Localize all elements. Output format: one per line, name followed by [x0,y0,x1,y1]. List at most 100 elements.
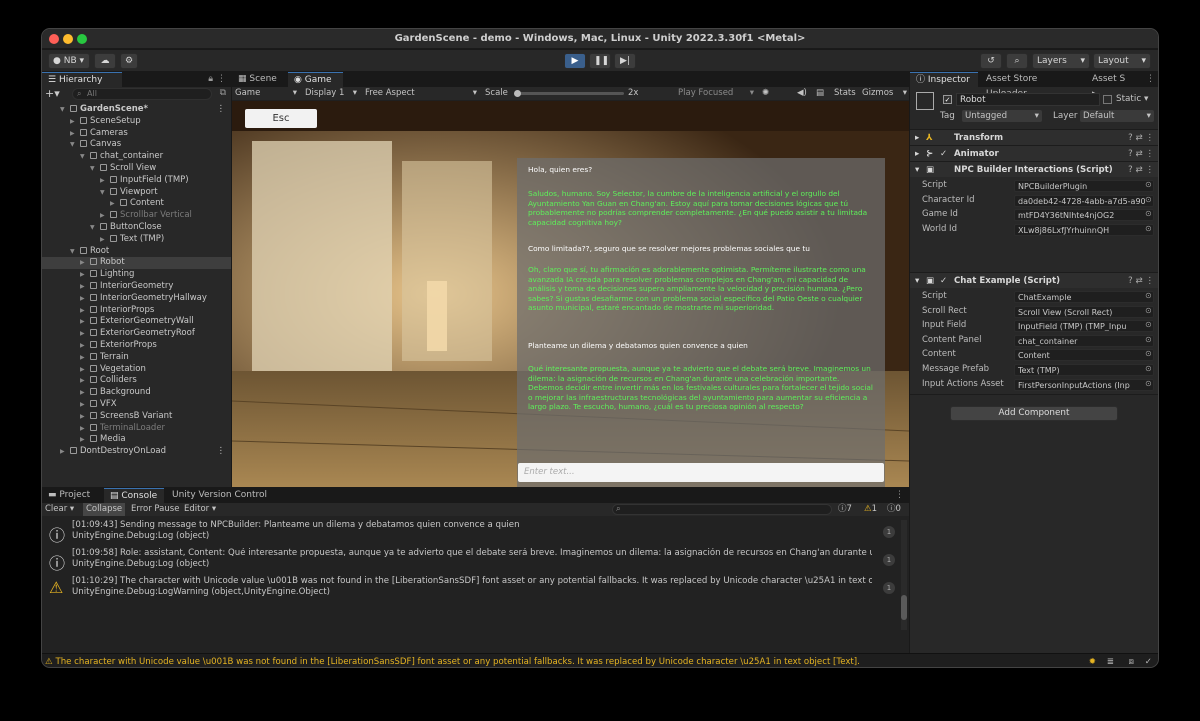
hierarchy-item[interactable]: ▶ InteriorGeometry [42,281,231,293]
field-value[interactable]: mtFD4Y36tNlhte4njOG2 [1014,209,1154,222]
field-value[interactable]: InputField (TMP) (TMP_Inpu [1014,320,1154,333]
tree-arrow-icon[interactable]: ▶ [80,316,85,328]
chat-input-field[interactable]: Enter text... [518,463,884,482]
tree-arrow-icon[interactable]: ▶ [80,423,85,435]
hierarchy-item[interactable]: ▼ Viewport [42,187,231,199]
hierarchy-item[interactable]: ▶ VFX [42,399,231,411]
object-picker-icon[interactable]: ⊙ [1145,379,1152,388]
vsync-icon[interactable]: ✺ [762,87,769,100]
game-viewport[interactable]: Esc Hola, quien eres? Saludos, humano. So… [232,101,909,487]
tree-arrow-icon[interactable]: ▶ [70,128,75,140]
field-value[interactable]: Content [1014,349,1154,362]
object-picker-icon[interactable]: ⊙ [1145,195,1152,204]
tree-arrow-icon[interactable]: ▼ [60,104,65,116]
hierarchy-item[interactable]: ▼ Scroll View [42,163,231,175]
audio-icon[interactable]: ◀) [797,87,807,100]
hierarchy-item[interactable]: ▶ InputField (TMP) [42,175,231,187]
object-picker-icon[interactable]: ⊙ [1145,335,1152,344]
log-message[interactable]: [01:09:43] Sending message to NPCBuilder… [72,520,872,531]
tree-arrow-icon[interactable]: ▼ [100,187,105,199]
scale-slider[interactable] [514,90,624,97]
hierarchy-search-input[interactable]: ⌕ All [72,88,212,100]
object-picker-icon[interactable]: ⊙ [1145,320,1152,329]
tab-project[interactable]: ▬ Project [42,488,102,503]
tree-arrow-icon[interactable]: ▶ [60,446,65,458]
tree-arrow-icon[interactable]: ▶ [100,234,105,246]
history-button[interactable]: ↺ [980,53,1002,69]
field-value[interactable]: Text (TMP) [1014,364,1154,376]
log-stacktrace[interactable]: UnityEngine.Debug:Log (object) [72,531,209,542]
object-picker-icon[interactable]: ⊙ [1145,306,1152,315]
tree-arrow-icon[interactable]: ▶ [80,305,85,317]
hierarchy-item[interactable]: ▶ Text (TMP) [42,234,231,246]
hierarchy-item[interactable]: ▼ chat_container [42,151,231,163]
account-dropdown[interactable]: ● NB ▾ [48,53,90,69]
tree-arrow-icon[interactable]: ▶ [80,387,85,399]
pause-button[interactable]: ❚❚ [589,53,611,69]
hierarchy-item[interactable]: ▶ InteriorGeometryHallway [42,293,231,305]
tree-arrow-icon[interactable]: ▶ [80,281,85,293]
tab-scene[interactable]: ▦ Scene [232,72,287,87]
component-transform[interactable]: ▸ ⅄ Transform ? ⇄ ⋮ [910,129,1158,145]
tree-arrow-icon[interactable]: ▶ [80,434,85,446]
hierarchy-item[interactable]: ▶ Robot [42,257,231,270]
static-checkbox[interactable] [1103,95,1112,104]
display-dropdown[interactable]: Display 1 ▾ [305,87,357,100]
tab-asset-s[interactable]: Asset S ▸ [1086,72,1134,99]
object-picker-icon[interactable]: ⊙ [1145,224,1152,233]
more-icon[interactable]: ⋮ [217,446,226,458]
object-picker-icon[interactable]: ⊙ [1145,364,1152,373]
hierarchy-item[interactable]: ▶ Lighting [42,269,231,281]
scale-slider-handle[interactable] [514,90,521,97]
tree-arrow-icon[interactable]: ▶ [80,269,85,281]
bug-icon[interactable]: ✹ [1089,654,1096,667]
hierarchy-item[interactable]: ▶ Colliders [42,375,231,387]
tree-arrow-icon[interactable]: ▼ [90,163,95,175]
component-animator[interactable]: ▸ ⊱ ✓ Animator ? ⇄ ⋮ [910,145,1158,162]
tree-arrow-icon[interactable]: ▼ [70,246,75,258]
layers-dropdown[interactable]: Layers ▾ [1032,53,1090,69]
maximize-window-button[interactable] [77,34,87,44]
tag-dropdown[interactable]: Untagged ▾ [962,110,1042,122]
tree-arrow-icon[interactable]: ▶ [80,411,85,423]
play-button[interactable]: ▶ [564,53,586,69]
component-menu-icon[interactable]: ? ⇄ ⋮ [1128,146,1154,162]
settings-button[interactable]: ⚙ [120,53,138,69]
hierarchy-item[interactable]: ▶ Vegetation [42,364,231,376]
close-window-button[interactable] [49,34,59,44]
more-icon[interactable]: ⋮ [895,490,904,500]
field-value[interactable]: NPCBuilderPlugin [1014,180,1154,192]
field-value[interactable]: FirstPersonInputActions (Inp [1014,378,1154,391]
play-focused-dropdown[interactable]: Play Focused ▾ [678,87,754,100]
collapse-toggle[interactable]: Collapse [83,503,126,516]
editor-dropdown[interactable]: Editor ▾ [184,503,216,516]
layout-dropdown[interactable]: Layout ▾ [1093,53,1151,69]
tree-arrow-icon[interactable]: ▶ [100,175,105,187]
hierarchy-item[interactable]: ▶ Media [42,434,231,446]
hierarchy-item[interactable]: ▼ Canvas [42,139,231,151]
keyboard-icon[interactable]: ▤ [816,87,824,100]
hierarchy-item[interactable]: ▶ TerminalLoader [42,423,231,435]
check-icon[interactable]: ✓ [1145,654,1152,667]
log-message[interactable]: [01:10:29] The character with Unicode va… [72,576,872,587]
log-stacktrace[interactable]: UnityEngine.Debug:Log (object) [72,559,209,570]
component-enabled-checkbox[interactable]: ✓ [940,273,947,289]
component-npc-builder[interactable]: ▾ ▣ NPC Builder Interactions (Script) ? … [910,161,1158,177]
network-icon[interactable]: ⧈ [1129,654,1134,667]
hierarchy-item[interactable]: ▶ Background [42,387,231,399]
tree-arrow-icon[interactable]: ▶ [70,116,75,128]
tab-hierarchy[interactable]: ☰ Hierarchy [42,72,122,87]
database-icon[interactable]: ≣ [1107,654,1114,667]
component-menu-icon[interactable]: ? ⇄ ⋮ [1128,273,1154,289]
scene-visibility-icon[interactable]: ⧉ [220,88,226,98]
object-picker-icon[interactable]: ⊙ [1145,180,1152,189]
static-dropdown[interactable]: Static ▾ [1116,94,1148,104]
console-search-input[interactable]: ⌕ [612,504,832,515]
tab-inspector[interactable]: ⓘ Inspector [910,72,978,87]
hierarchy-item[interactable]: ▶ Terrain [42,352,231,364]
log-stacktrace[interactable]: UnityEngine.Debug:LogWarning (object,Uni… [72,587,330,598]
stats-button[interactable]: Stats [834,87,856,100]
clear-dropdown[interactable]: Clear ▾ [45,503,74,516]
tree-arrow-icon[interactable]: ▼ [90,222,95,234]
component-chat-example[interactable]: ▾ ▣ ✓ Chat Example (Script) ? ⇄ ⋮ [910,272,1158,289]
